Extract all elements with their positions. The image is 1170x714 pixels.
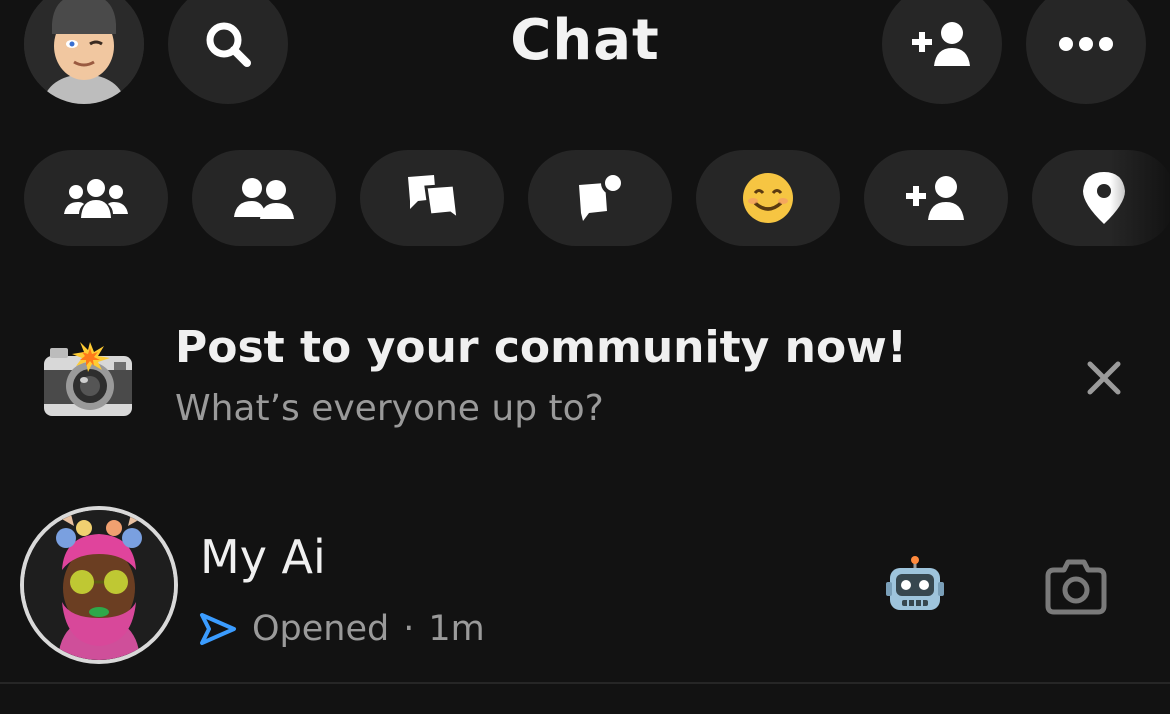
promo-subtitle: What’s everyone up to? — [175, 388, 604, 429]
chats-icon — [408, 175, 460, 223]
filter-best-friends[interactable] — [696, 150, 840, 246]
more-icon — [1059, 37, 1113, 51]
more-options-button[interactable] — [1026, 0, 1146, 104]
filter-groups[interactable] — [24, 150, 168, 246]
filter-friends[interactable] — [192, 150, 336, 246]
dismiss-promo-button[interactable] — [1078, 352, 1130, 404]
filter-add-friends[interactable] — [864, 150, 1008, 246]
camera-icon — [1045, 559, 1107, 615]
robot-icon — [886, 556, 944, 612]
chat-name: My Ai — [200, 530, 326, 584]
close-icon — [1087, 361, 1121, 395]
sent-arrow-icon — [200, 613, 236, 645]
reply-camera-button[interactable] — [1044, 556, 1108, 616]
add-friend-icon — [906, 176, 964, 220]
smiley-icon — [743, 173, 793, 223]
avatar[interactable] — [20, 506, 178, 664]
divider — [0, 682, 1170, 684]
chat-status: Opened · 1m — [198, 604, 485, 654]
location-pin-icon — [1083, 172, 1125, 224]
status-time: 1m — [428, 609, 485, 649]
filter-unread[interactable] — [528, 150, 672, 246]
friends-icon — [234, 178, 294, 219]
groups-icon — [64, 179, 128, 218]
my-ai-avatar-icon — [24, 510, 174, 660]
promo-title: Post to your community now! — [175, 322, 907, 373]
status-separator: · — [403, 609, 415, 649]
camera-flash-icon — [40, 336, 136, 420]
add-friend-icon — [912, 22, 970, 66]
chat-filter-bar — [24, 150, 1170, 246]
unread-icon — [579, 173, 625, 221]
status-text: Opened — [252, 609, 390, 649]
add-friend-button[interactable] — [882, 0, 1002, 104]
filter-location[interactable] — [1032, 150, 1170, 246]
filter-chats[interactable] — [360, 150, 504, 246]
